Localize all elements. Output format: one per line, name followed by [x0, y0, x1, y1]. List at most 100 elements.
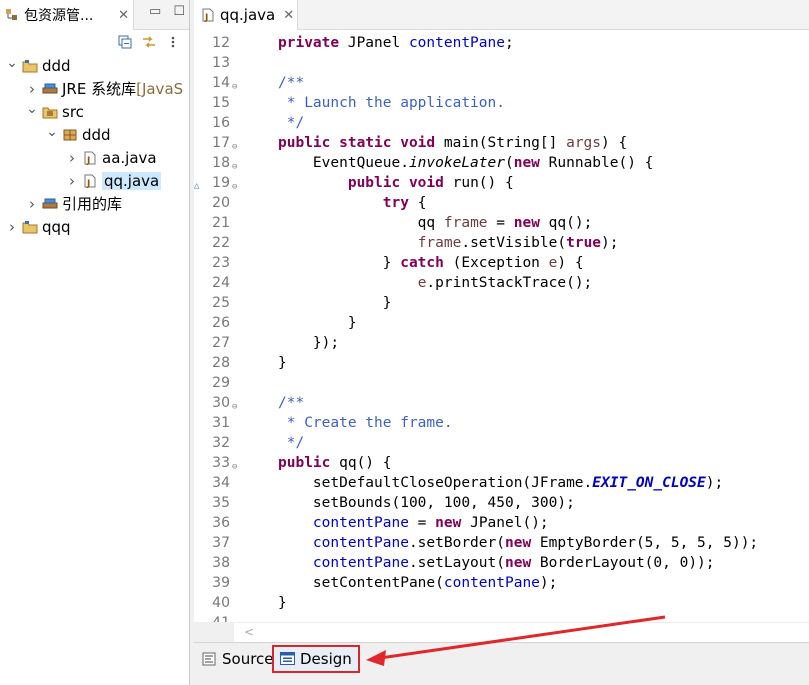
tab-package-explorer[interactable]: 包资源管... ✕	[0, 0, 134, 30]
close-icon[interactable]: ✕	[118, 8, 129, 23]
code-line[interactable]: △ 19 ⊖ public void run() {	[194, 173, 809, 193]
code-line[interactable]: 13	[194, 53, 809, 73]
tree-item[interactable]: ⌄ src	[0, 100, 189, 123]
line-number: 21	[212, 215, 230, 231]
code-text: private JPanel contentPane;	[278, 35, 514, 51]
tree-item[interactable]: › 引用的库	[0, 192, 189, 215]
code-text: }	[278, 355, 287, 371]
code-text: }	[278, 595, 287, 611]
collapse-all-icon[interactable]	[117, 34, 133, 50]
view-menu-icon[interactable]	[165, 34, 181, 50]
tree-item-label: qq.java	[102, 171, 162, 190]
code-line[interactable]: 29	[194, 373, 809, 393]
line-number: 24	[212, 275, 230, 291]
line-number: 26	[212, 315, 230, 331]
line-number: 14	[212, 75, 230, 91]
code-line[interactable]: 17 ⊖ public static void main(String[] args…	[194, 133, 809, 153]
code-text: public static void main(String[] args) {	[278, 135, 628, 151]
code-line[interactable]: 31 * Create the frame.	[194, 413, 809, 433]
tree-item[interactable]: › JRE 系统库 [JavaS	[0, 77, 189, 100]
package-explorer-icon	[4, 7, 20, 23]
chevron-right-icon[interactable]: ›	[6, 218, 18, 236]
code-line[interactable]: 14 ⊖/**	[194, 73, 809, 93]
editor-panel: J qq.java ✕ 12 private JPanel contentPane…	[194, 0, 809, 685]
tab-qq-java[interactable]: J qq.java ✕	[194, 0, 298, 30]
java-file-icon: J	[82, 173, 98, 189]
minimize-icon[interactable]: ▭	[149, 4, 161, 19]
code-line[interactable]: 16 */	[194, 113, 809, 133]
maximize-icon[interactable]: ☐	[173, 4, 185, 19]
code-line[interactable]: 33 ⊖ public qq() {	[194, 453, 809, 473]
code-line[interactable]: 41	[194, 613, 809, 622]
line-number: 29	[212, 375, 230, 391]
code-text: contentPane = new JPanel();	[312, 515, 549, 531]
code-line[interactable]: 26 }	[194, 313, 809, 333]
code-line[interactable]: 34 setDefaultCloseOperation(JFrame.EXIT_…	[194, 473, 809, 493]
code-line[interactable]: 36 contentPane = new JPanel();	[194, 513, 809, 533]
eclipse-window: 包资源管... ✕ ▭ ☐ ⌄ ddd › JRE 系统库 [JavaS ⌄ src ⌄ dd…	[0, 0, 809, 685]
code-line[interactable]: 23 } catch (Exception e) {	[194, 253, 809, 273]
chevron-right-icon[interactable]: ›	[66, 149, 78, 167]
tab-design[interactable]: Design	[272, 645, 360, 673]
code-line[interactable]: 35 setBounds(100, 100, 450, 300);	[194, 493, 809, 513]
code-text: }	[278, 315, 357, 331]
code-line[interactable]: 12 private JPanel contentPane;	[194, 33, 809, 53]
chevron-down-icon[interactable]: ⌄	[6, 55, 18, 71]
code-line[interactable]: 28}	[194, 353, 809, 373]
tree-item-label: 引用的库	[62, 195, 123, 213]
code-line[interactable]: 37 contentPane.setBorder(new EmptyBorder…	[194, 533, 809, 553]
design-icon	[280, 652, 296, 666]
chevron-down-icon[interactable]: ⌄	[46, 124, 58, 140]
code-text: setBounds(100, 100, 450, 300);	[278, 495, 575, 511]
tree-item[interactable]: ⌄ ddd	[0, 123, 189, 146]
line-number: 23	[212, 255, 230, 271]
chevron-down-icon[interactable]: ⌄	[26, 101, 38, 117]
line-number: 15	[212, 95, 230, 111]
tree-item[interactable]: › Jaa.java	[0, 146, 189, 169]
close-icon[interactable]: ✕	[283, 8, 294, 23]
line-number: 18	[212, 155, 230, 171]
code-line[interactable]: 21 qq frame = new qq();	[194, 213, 809, 233]
link-with-editor-icon[interactable]	[141, 34, 157, 50]
svg-text:J: J	[86, 179, 90, 189]
chevron-right-icon[interactable]: ›	[26, 80, 38, 98]
code-line[interactable]: 32 */	[194, 433, 809, 453]
line-number: 31	[212, 415, 230, 431]
source-icon	[202, 652, 218, 666]
code-text: */	[278, 435, 305, 451]
code-line[interactable]: 30 ⊖/**	[194, 393, 809, 413]
editor-tab-bar: J qq.java ✕	[194, 0, 809, 30]
line-number: 41	[198, 613, 230, 622]
code-line[interactable]: 40}	[194, 593, 809, 613]
code-line[interactable]: 38 contentPane.setLayout(new BorderLayou…	[194, 553, 809, 573]
tree-item[interactable]: › qqq	[0, 215, 189, 238]
code-line[interactable]: 25 }	[194, 293, 809, 313]
code-line[interactable]: 20 try {	[194, 193, 809, 213]
tree-item-label: ddd	[82, 125, 111, 144]
code-line[interactable]: 27 });	[194, 333, 809, 353]
chevron-right-icon[interactable]: ›	[26, 195, 38, 213]
tree-item-label: qqq	[42, 217, 71, 236]
code-line[interactable]: 39 setContentPane(contentPane);	[194, 573, 809, 593]
java-file-icon: J	[82, 150, 98, 166]
editor-mode-tabs: Source Design	[194, 642, 809, 676]
code-line[interactable]: 18 ⊖ EventQueue.invokeLater(new Runnable(…	[194, 153, 809, 173]
tab-source[interactable]: Source	[202, 647, 274, 671]
scroll-left-icon[interactable]: <	[244, 625, 254, 639]
chevron-right-icon[interactable]: ›	[66, 172, 78, 190]
code-line[interactable]: 24 e.printStackTrace();	[194, 273, 809, 293]
tree-item[interactable]: ⌄ ddd	[0, 54, 189, 77]
library-icon	[42, 81, 58, 97]
code-line[interactable]: 15 * Launch the application.	[194, 93, 809, 113]
horizontal-scrollbar[interactable]: <	[234, 622, 809, 642]
line-number: 35	[212, 495, 230, 511]
tree-item[interactable]: › Jqq.java	[0, 169, 189, 192]
line-number: 19	[212, 175, 230, 191]
line-number: 36	[212, 515, 230, 531]
code-editor[interactable]: 12 private JPanel contentPane; 13 14 ⊖/** 15 …	[194, 30, 809, 622]
project-icon	[22, 58, 38, 74]
code-text: contentPane.setBorder(new EmptyBorder(5,…	[312, 535, 759, 551]
line-number: 12	[212, 35, 230, 51]
line-number: 16	[212, 115, 230, 131]
code-line[interactable]: 22 frame.setVisible(true);	[194, 233, 809, 253]
